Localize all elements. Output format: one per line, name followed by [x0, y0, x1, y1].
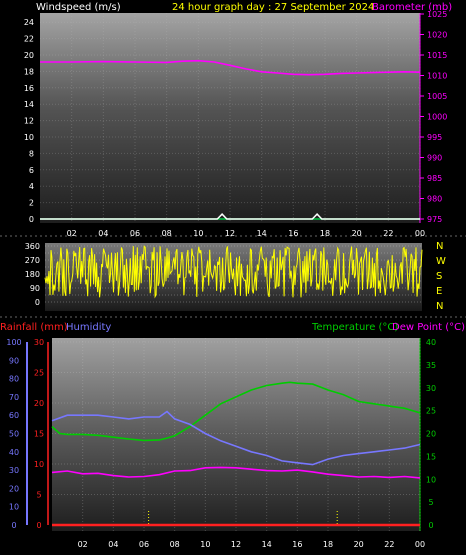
temp-tick-label: 5 — [428, 498, 433, 507]
wind-tick-label: 2 — [29, 199, 34, 208]
baro-tick-label: 1000 — [427, 113, 447, 122]
baro-tick-label: 1025 — [427, 10, 447, 19]
graph-title: 24 hour graph day : 27 September 2024 — [172, 2, 374, 13]
rain-axis-title: Rainfall (mm) — [0, 322, 68, 333]
baro-tick-label: 1010 — [427, 72, 447, 81]
humidity-tick-label: 100 — [6, 338, 21, 347]
temp-tick-label: 20 — [426, 430, 436, 439]
weather-graph-page: Windspeed (m/s) 24 hour graph day : 27 S… — [0, 0, 466, 555]
time-tick-label: 02 — [67, 229, 77, 238]
direction-tick-label: 0 — [35, 298, 40, 307]
temp-tick-label: 40 — [426, 338, 436, 347]
wind-tick-label: 8 — [29, 149, 34, 158]
time-tick-label: 18 — [323, 540, 333, 549]
humidity-tick-label: 80 — [9, 375, 19, 384]
wind-axis-title: Windspeed (m/s) — [36, 2, 121, 13]
humidity-tick-label: 20 — [9, 484, 19, 493]
wind-tick-label: 6 — [29, 166, 34, 175]
baro-tick-label: 985 — [427, 174, 442, 183]
baro-tick-label: 980 — [427, 195, 442, 204]
rain-tick-label: 15 — [34, 430, 44, 439]
wind-tick-label: 10 — [24, 133, 34, 142]
wind-tick-label: 24 — [24, 18, 34, 27]
temp-tick-label: 25 — [426, 407, 436, 416]
humidity-axis-title: Humidity — [66, 322, 111, 333]
time-tick-label: 10 — [200, 540, 210, 549]
dew-axis-title: Dew Point (°C) — [392, 322, 465, 333]
compass-label: W — [436, 256, 446, 267]
wind-tick-label: 4 — [29, 182, 34, 191]
wind-tick-label: 14 — [24, 100, 34, 109]
time-tick-label: 12 — [231, 540, 241, 549]
time-tick-label: 18 — [320, 229, 330, 238]
time-tick-label: 20 — [354, 540, 364, 549]
temp-tick-label: 30 — [426, 384, 436, 393]
compass-label: S — [436, 271, 442, 282]
temp-tick-label: 0 — [428, 521, 433, 530]
compass-label: N — [436, 301, 443, 312]
humidity-tick-label: 40 — [9, 448, 19, 457]
time-tick-label: 16 — [288, 229, 298, 238]
baro-tick-label: 1015 — [427, 51, 447, 60]
rain-tick-label: 20 — [34, 399, 44, 408]
weather-graphs-svg: Windspeed (m/s) 24 hour graph day : 27 S… — [0, 2, 466, 549]
temp-tick-label: 15 — [426, 452, 436, 461]
time-tick-label: 20 — [352, 229, 362, 238]
direction-tick-label: 360 — [25, 242, 40, 251]
time-tick-label: 16 — [292, 540, 302, 549]
wind-tick-label: 18 — [24, 67, 34, 76]
time-tick-label: 14 — [257, 229, 267, 238]
direction-tick-label: 180 — [25, 270, 40, 279]
humidity-tick-label: 50 — [9, 430, 19, 439]
wind-tick-label: 0 — [29, 215, 34, 224]
time-tick-label: 12 — [225, 229, 235, 238]
direction-tick-label: 90 — [30, 284, 40, 293]
temp-tick-label: 10 — [426, 475, 436, 484]
humidity-tick-label: 90 — [9, 356, 19, 365]
rain-tick-label: 25 — [34, 369, 44, 378]
humidity-tick-label: 60 — [9, 411, 19, 420]
direction-tick-label: 270 — [25, 256, 40, 265]
temp-tick-label: 35 — [426, 361, 436, 370]
rain-tick-label: 30 — [34, 338, 44, 347]
time-tick-label: 00 — [415, 540, 425, 549]
baro-tick-label: 990 — [427, 154, 442, 163]
wind-tick-label: 12 — [24, 117, 34, 126]
time-tick-label: 04 — [108, 540, 118, 549]
time-tick-label: 08 — [162, 229, 172, 238]
time-tick-label: 04 — [98, 229, 108, 238]
humidity-tick-label: 70 — [9, 393, 19, 402]
time-tick-label: 22 — [383, 229, 393, 238]
baro-tick-label: 995 — [427, 133, 442, 142]
wind-tick-label: 16 — [24, 84, 34, 93]
time-tick-label: 08 — [170, 540, 180, 549]
humidity-tick-label: 10 — [9, 503, 19, 512]
compass-label: E — [436, 286, 442, 297]
time-tick-label: 10 — [193, 229, 203, 238]
humidity-tick-label: 30 — [9, 466, 19, 475]
time-tick-label: 14 — [262, 540, 272, 549]
baro-tick-label: 975 — [427, 215, 442, 224]
wind-tick-label: 22 — [24, 35, 34, 44]
rain-tick-label: 0 — [36, 521, 41, 530]
time-tick-label: 02 — [78, 540, 88, 549]
temp-axis-title: Temperature (°C) — [311, 322, 398, 333]
time-tick-label: 06 — [130, 229, 140, 238]
rain-tick-label: 5 — [36, 491, 41, 500]
humidity-tick-label: 0 — [11, 521, 16, 530]
rain-tick-label: 10 — [34, 460, 44, 469]
baro-tick-label: 1005 — [427, 92, 447, 101]
compass-label: N — [436, 241, 443, 252]
time-tick-label: 06 — [139, 540, 149, 549]
time-tick-label: 22 — [384, 540, 394, 549]
time-tick-label: 00 — [415, 229, 425, 238]
wind-tick-label: 20 — [24, 51, 34, 60]
baro-tick-label: 1020 — [427, 31, 447, 40]
